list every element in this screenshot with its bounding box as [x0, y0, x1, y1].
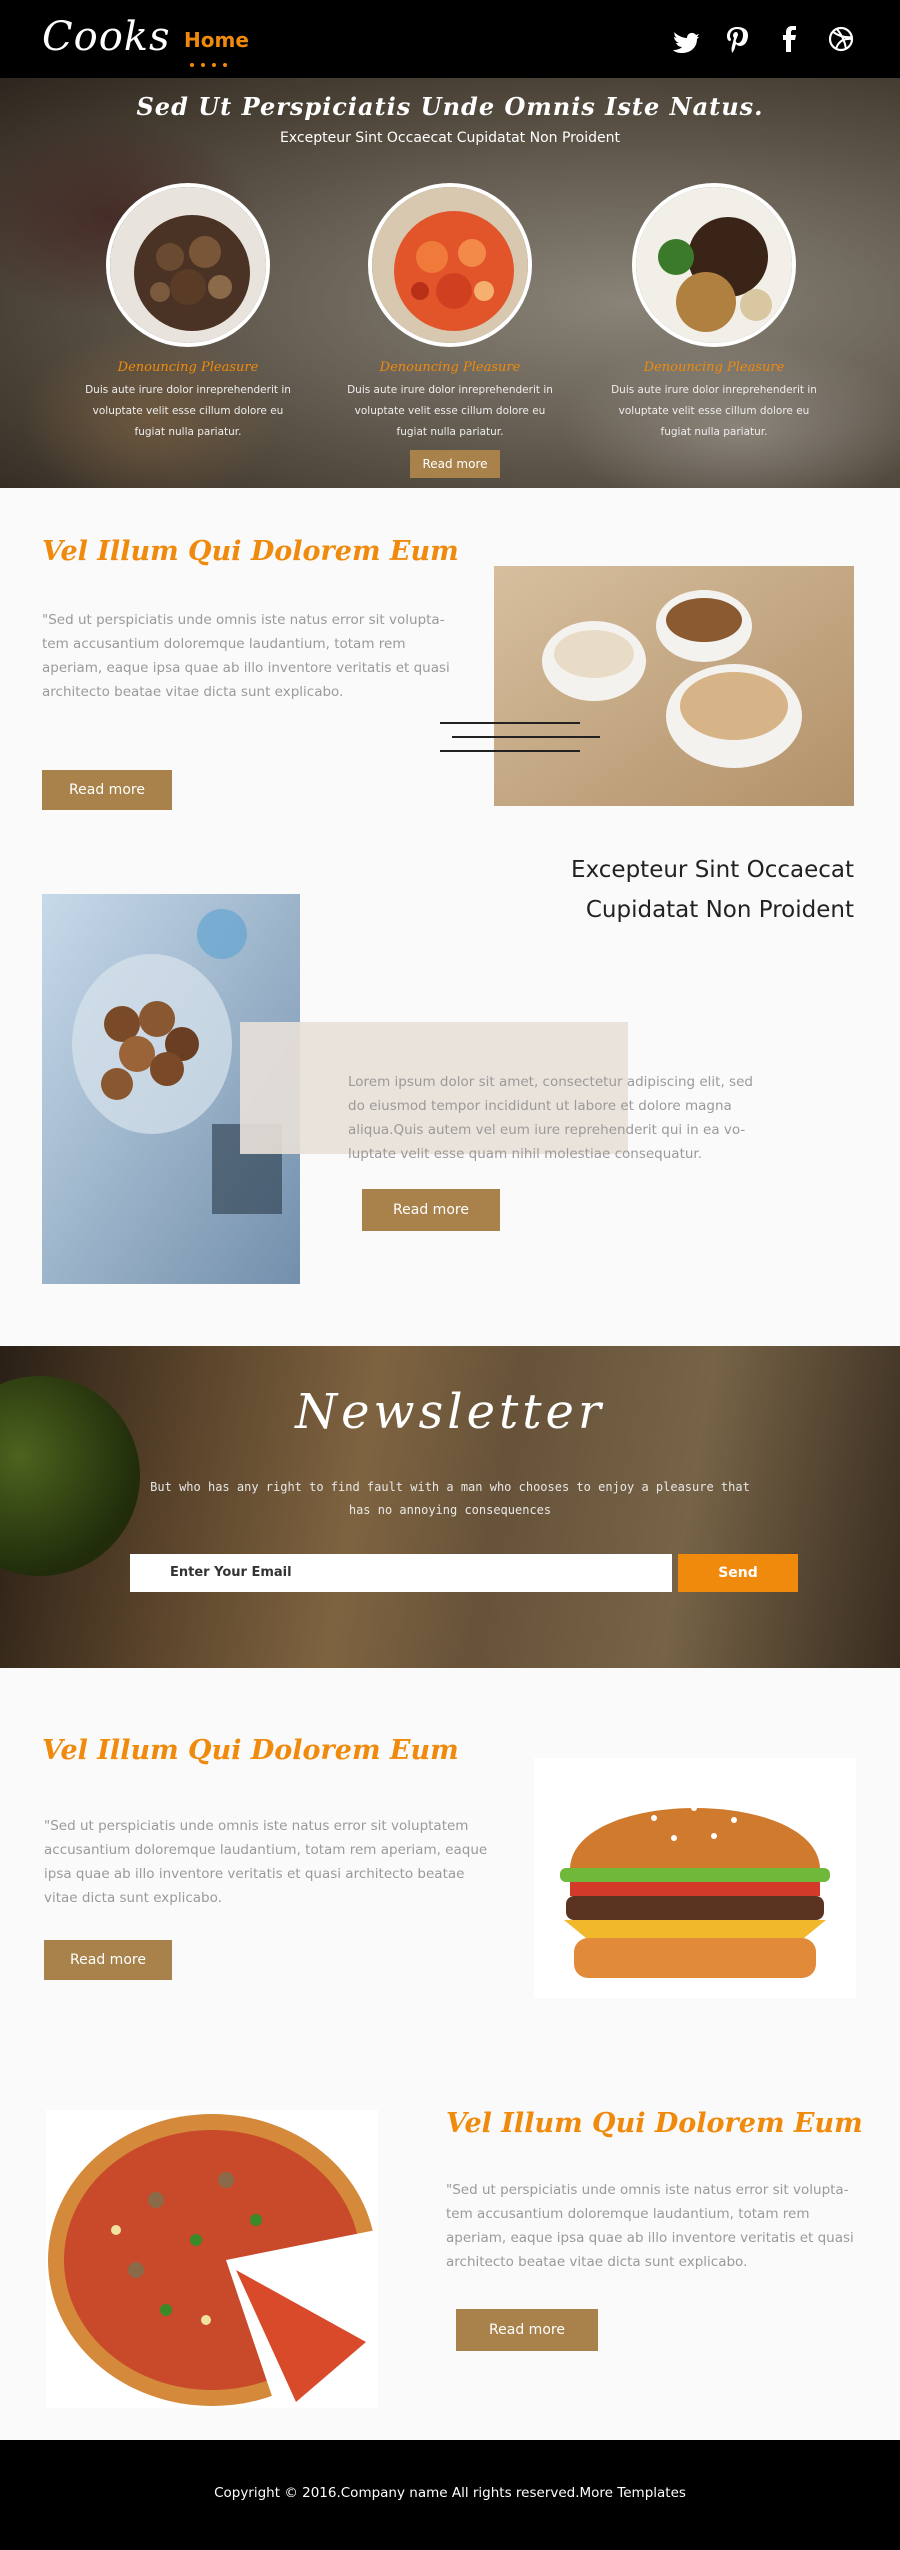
dish-image-shrimp: [368, 183, 532, 347]
dish-text-1: Duis aute irure dolor inreprehenderit in…: [85, 384, 291, 438]
twitter-icon[interactable]: [668, 22, 702, 56]
hero-read-more-button[interactable]: Read more: [410, 450, 500, 478]
newsletter-title: Newsletter: [295, 1384, 605, 1440]
section2-heading-line1: Excepteur Sint Occaecat: [571, 857, 854, 883]
section3-text: "Sed ut perspiciatis unde omnis iste nat…: [44, 1818, 488, 1906]
section1-text: "Sed ut perspiciatis unde omnis iste nat…: [42, 612, 450, 700]
section2-heading-line2: Cupidatat Non Proident: [585, 897, 854, 923]
section1-title: Vel Illum Qui Dolorem Eum: [42, 536, 459, 567]
pizza-image: [46, 2110, 378, 2408]
newsletter-send-button[interactable]: Send: [678, 1554, 798, 1592]
decorative-lines: [440, 722, 600, 772]
dish-text-2: Duis aute irure dolor inreprehenderit in…: [347, 384, 553, 438]
section3-read-more-button[interactable]: Read more: [44, 1940, 172, 1980]
section2-read-more-button[interactable]: Read more: [362, 1189, 500, 1231]
newsletter-text: But who has any right to find fault with…: [150, 1480, 750, 1517]
hero-subtitle: Excepteur Sint Occaecat Cupidatat Non Pr…: [280, 130, 620, 146]
section2-text: Lorem ipsum dolor sit amet, consectetur …: [348, 1074, 753, 1162]
newsletter-email-input[interactable]: Enter Your Email: [130, 1554, 672, 1592]
dish-title-2: Denouncing Pleasure: [379, 360, 521, 375]
section4-text: "Sed ut perspiciatis unde omnis iste nat…: [446, 2182, 854, 2270]
section3-title: Vel Illum Qui Dolorem Eum: [42, 1735, 459, 1766]
dribbble-icon[interactable]: [824, 22, 858, 56]
nav-home-link[interactable]: Home: [184, 28, 249, 52]
newsletter-section: Newsletter But who has any right to find…: [0, 1346, 900, 1668]
dish-text-3: Duis aute irure dolor inreprehenderit in…: [611, 384, 817, 438]
pinterest-icon[interactable]: [720, 22, 754, 56]
dish-image-mushrooms: [106, 183, 270, 347]
footer-copyright: Copyright © 2016.Company name All rights…: [214, 2485, 686, 2501]
dish-image-steak: [632, 183, 796, 347]
dish-title-1: Denouncing Pleasure: [117, 360, 259, 375]
hero-banner: Sed Ut Perspiciatis Unde Omnis Iste Natu…: [0, 78, 900, 488]
logo[interactable]: Cooks: [42, 14, 171, 60]
section1-read-more-button[interactable]: Read more: [42, 770, 172, 810]
section4-title: Vel Illum Qui Dolorem Eum: [446, 2108, 863, 2139]
dish-title-3: Denouncing Pleasure: [643, 360, 785, 375]
facebook-icon[interactable]: [772, 22, 806, 56]
site-footer: Copyright © 2016.Company name All rights…: [0, 2440, 900, 2550]
page: Cooks Home Sed Ut Perspiciatis Unde Omni…: [0, 0, 900, 2550]
hero-title: Sed Ut Perspiciatis Unde Omnis Iste Natu…: [136, 92, 764, 121]
nav-active-indicator: [190, 52, 234, 67]
site-header: Cooks Home: [0, 0, 900, 78]
section4-read-more-button[interactable]: Read more: [456, 2309, 598, 2351]
burger-image: [534, 1758, 856, 1998]
